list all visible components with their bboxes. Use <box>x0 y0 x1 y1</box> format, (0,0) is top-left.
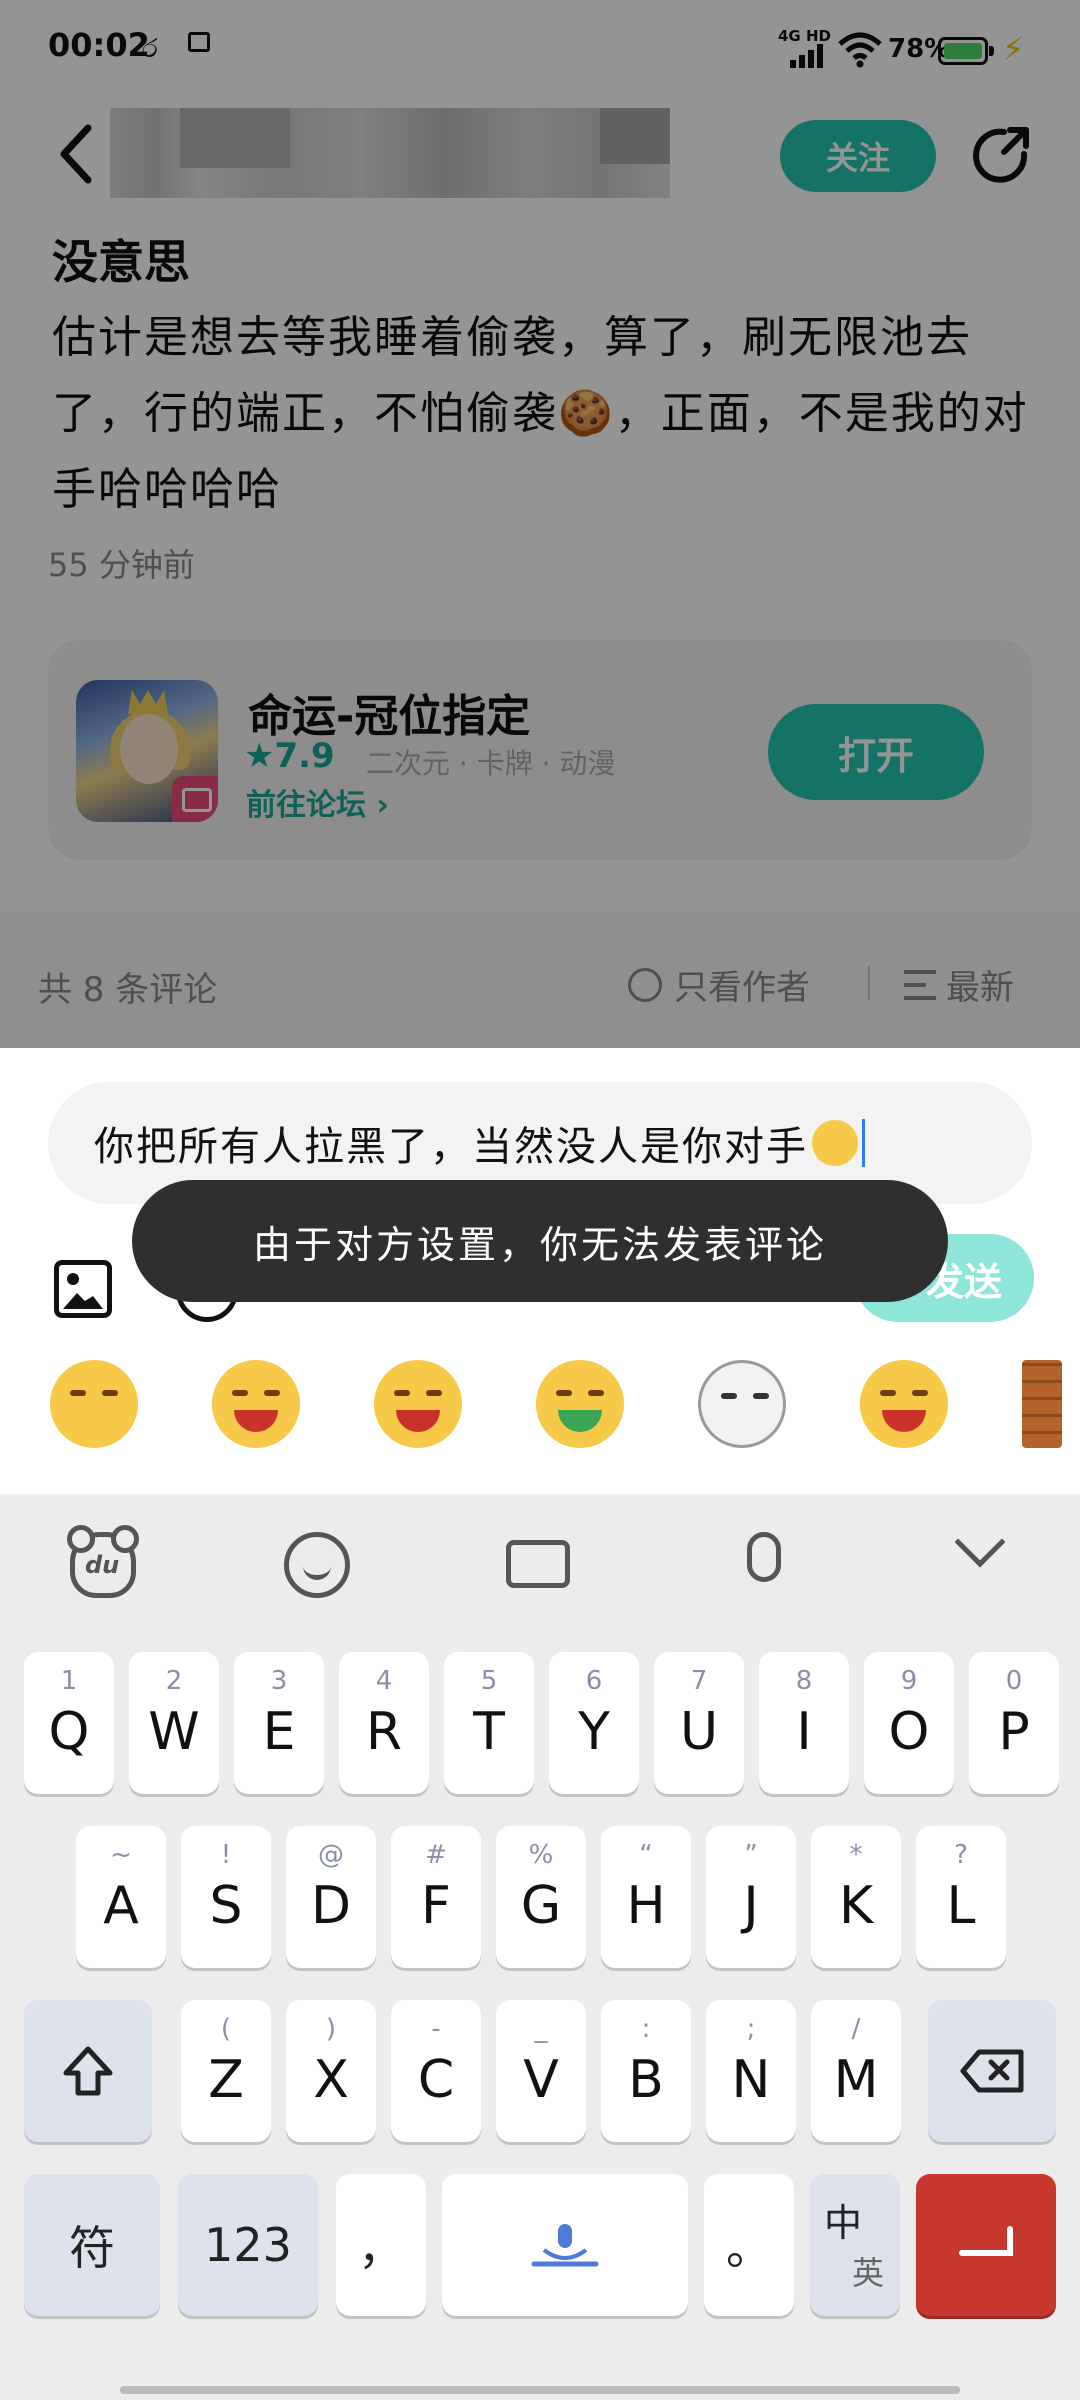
language-switch-key[interactable]: 中 英 <box>810 2174 900 2316</box>
key-h[interactable]: “H <box>601 1826 691 1968</box>
numbers-key[interactable]: 123 <box>178 2174 318 2316</box>
key-b[interactable]: :B <box>601 2000 691 2142</box>
collapse-keyboard-icon[interactable] <box>954 1516 1006 1568</box>
smirk-sticker-icon[interactable] <box>50 1360 138 1448</box>
love-sticker-icon[interactable] <box>860 1360 948 1448</box>
gesture-navigation-bar[interactable] <box>120 2386 960 2394</box>
backspace-key[interactable] <box>928 2000 1056 2142</box>
key-m[interactable]: / M <box>811 2000 901 2142</box>
soft-keyboard: du 1Q 2W 3E 4R 5T 6Y 7U 8I 9O 0P ~ A ! S @… <box>0 1494 1080 2400</box>
key-p[interactable]: 0P <box>969 1652 1059 1794</box>
key-k[interactable]: * K <box>811 1826 901 1968</box>
grin-sticker-icon[interactable] <box>374 1360 462 1448</box>
symbols-key[interactable]: 符 <box>24 2174 160 2316</box>
dim-overlay[interactable] <box>0 0 1080 1048</box>
comment-input-text: 你把所有人拉黑了，当然没人是你对手 <box>94 1124 808 1170</box>
cat-sticker-icon[interactable] <box>698 1360 786 1448</box>
key-s[interactable]: ! S <box>181 1826 271 1968</box>
key-u[interactable]: 7U <box>654 1652 744 1794</box>
key-a[interactable]: ~ A <box>76 1826 166 1968</box>
enter-key[interactable] <box>916 2174 1056 2316</box>
shift-arrow-icon <box>63 2046 113 2096</box>
key-y[interactable]: 6Y <box>549 1652 639 1794</box>
key-c[interactable]: -C <box>391 2000 481 2142</box>
key-o[interactable]: 9O <box>864 1652 954 1794</box>
key-d[interactable]: @ D <box>286 1826 376 1968</box>
text-caret <box>862 1119 865 1167</box>
key-q[interactable]: 1Q <box>24 1652 114 1794</box>
lang-en-label: 英 <box>852 2254 885 2292</box>
eating-watermelon-sticker-icon[interactable] <box>536 1360 624 1448</box>
sticker-suggestion-row <box>0 1352 1080 1492</box>
key-w[interactable]: 2W <box>129 1652 219 1794</box>
keyboard-layout-icon[interactable] <box>506 1540 570 1588</box>
emoji-keyboard-icon[interactable] <box>284 1532 350 1598</box>
key-g[interactable]: % G <box>496 1826 586 1968</box>
key-l[interactable]: ? L <box>916 1826 1006 1968</box>
comma-key[interactable]: ， <box>336 2174 426 2316</box>
key-v[interactable]: _ V <box>496 2000 586 2142</box>
space-mic-icon <box>531 2224 599 2267</box>
key-t[interactable]: 5T <box>444 1652 534 1794</box>
key-n[interactable]: ; N <box>706 2000 796 2142</box>
period-key[interactable]: 。 <box>704 2174 794 2316</box>
shift-key[interactable] <box>24 2000 152 2142</box>
post-detail-page: 00:02 ර 4G HD 78% ⚡ 关注 没意思 估计是想去等我睡着偷袭，算… <box>0 0 1080 1048</box>
error-toast: 由于对方设置，你无法发表评论 <box>132 1180 948 1302</box>
enter-return-icon <box>959 2226 1013 2256</box>
key-f[interactable]: # F <box>391 1826 481 1968</box>
smirk-emoji-icon <box>812 1120 858 1166</box>
key-r[interactable]: 4R <box>339 1652 429 1794</box>
baidu-logo-icon[interactable]: du <box>67 1525 139 1598</box>
brick-wall-sticker-icon[interactable] <box>1022 1360 1062 1448</box>
key-i[interactable]: 8I <box>759 1652 849 1794</box>
key-j[interactable]: ” J <box>706 1826 796 1968</box>
key-e[interactable]: 3E <box>234 1652 324 1794</box>
space-key[interactable] <box>442 2174 688 2316</box>
key-x[interactable]: ) X <box>286 2000 376 2142</box>
laughing-sticker-icon[interactable] <box>212 1360 300 1448</box>
lang-zh-label: 中 <box>824 2201 863 2245</box>
key-z[interactable]: (Z <box>181 2000 271 2142</box>
keyboard-toolbar: du <box>0 1494 1080 1634</box>
image-picker-icon[interactable] <box>54 1260 112 1318</box>
voice-input-icon[interactable] <box>747 1532 781 1582</box>
backspace-icon <box>960 2049 1024 2093</box>
